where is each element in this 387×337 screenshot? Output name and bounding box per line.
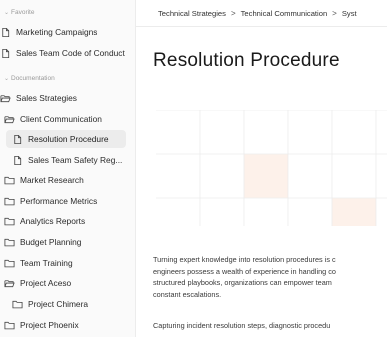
sidebar-item-sales-team-safety-reg[interactable]: Sales Team Safety Reg...	[12, 151, 130, 169]
paragraph-1: Turning expert knowledge into resolution…	[153, 255, 336, 299]
sidebar-item-team-training[interactable]: Team Training	[4, 254, 128, 272]
header-divider	[136, 26, 387, 27]
folder-open-icon	[4, 278, 15, 289]
folder-open-icon	[4, 114, 15, 125]
main-content: Technical Strategies > Technical Communi…	[136, 0, 387, 337]
section-label-favorite[interactable]: ⌄ Favorite	[2, 9, 35, 16]
sidebar-item-project-phoenix[interactable]: Project Phoenix	[4, 316, 128, 334]
sidebar-item-market-research[interactable]: Market Research	[4, 171, 128, 189]
file-icon	[12, 155, 23, 166]
page-title: Resolution Procedure	[153, 50, 340, 71]
sidebar-item-analytics-reports[interactable]: Analytics Reports	[4, 212, 128, 230]
file-icon	[0, 27, 11, 38]
sidebar-item-resolution-procedure[interactable]: Resolution Procedure	[6, 130, 126, 148]
grid-highlight-cell	[244, 154, 288, 198]
folder-icon	[4, 258, 15, 269]
sidebar-item-sales-strategies[interactable]: Sales Strategies	[0, 89, 132, 107]
sidebar-item-budget-planning[interactable]: Budget Planning	[4, 233, 128, 251]
chevron-down-icon: ⌄	[3, 10, 10, 16]
file-icon	[12, 134, 23, 145]
sidebar-item-performance-metrics[interactable]: Performance Metrics	[4, 192, 128, 210]
breadcrumb: Technical Strategies > Technical Communi…	[158, 6, 357, 20]
folder-icon	[4, 237, 15, 248]
section-label-documentation[interactable]: ⌄ Documentation	[2, 75, 55, 82]
sidebar: ⌄ Favorite Marketing Campaigns Sales Tea…	[0, 0, 136, 337]
sidebar-item-project-chimera[interactable]: Project Chimera	[12, 295, 130, 313]
breadcrumb-item-technical-strategies[interactable]: Technical Strategies	[158, 9, 226, 18]
folder-icon	[12, 299, 23, 310]
file-icon	[0, 48, 11, 59]
sidebar-item-sales-team-code-of-conduct[interactable]: Sales Team Code of Conduct	[0, 44, 132, 62]
decorative-grid-image	[156, 110, 387, 226]
chevron-down-icon: ⌄	[3, 76, 10, 82]
grid-highlight-cell	[332, 198, 376, 226]
sidebar-item-marketing-campaigns[interactable]: Marketing Campaigns	[0, 23, 132, 41]
folder-icon	[4, 196, 15, 207]
folder-icon	[4, 320, 15, 331]
folder-open-icon	[0, 93, 11, 104]
sidebar-item-client-communication[interactable]: Client Communication	[4, 110, 128, 128]
folder-icon	[4, 216, 15, 227]
breadcrumb-item-current[interactable]: Syst	[342, 9, 357, 18]
sidebar-item-project-aceso[interactable]: Project Aceso	[4, 274, 128, 292]
folder-icon	[4, 175, 15, 186]
paragraph-2: Capturing incident resolution steps, dia…	[153, 321, 331, 330]
breadcrumb-item-technical-communication[interactable]: Technical Communication	[241, 9, 328, 18]
breadcrumb-separator-icon: >	[230, 8, 236, 18]
breadcrumb-separator-icon: >	[332, 8, 337, 18]
